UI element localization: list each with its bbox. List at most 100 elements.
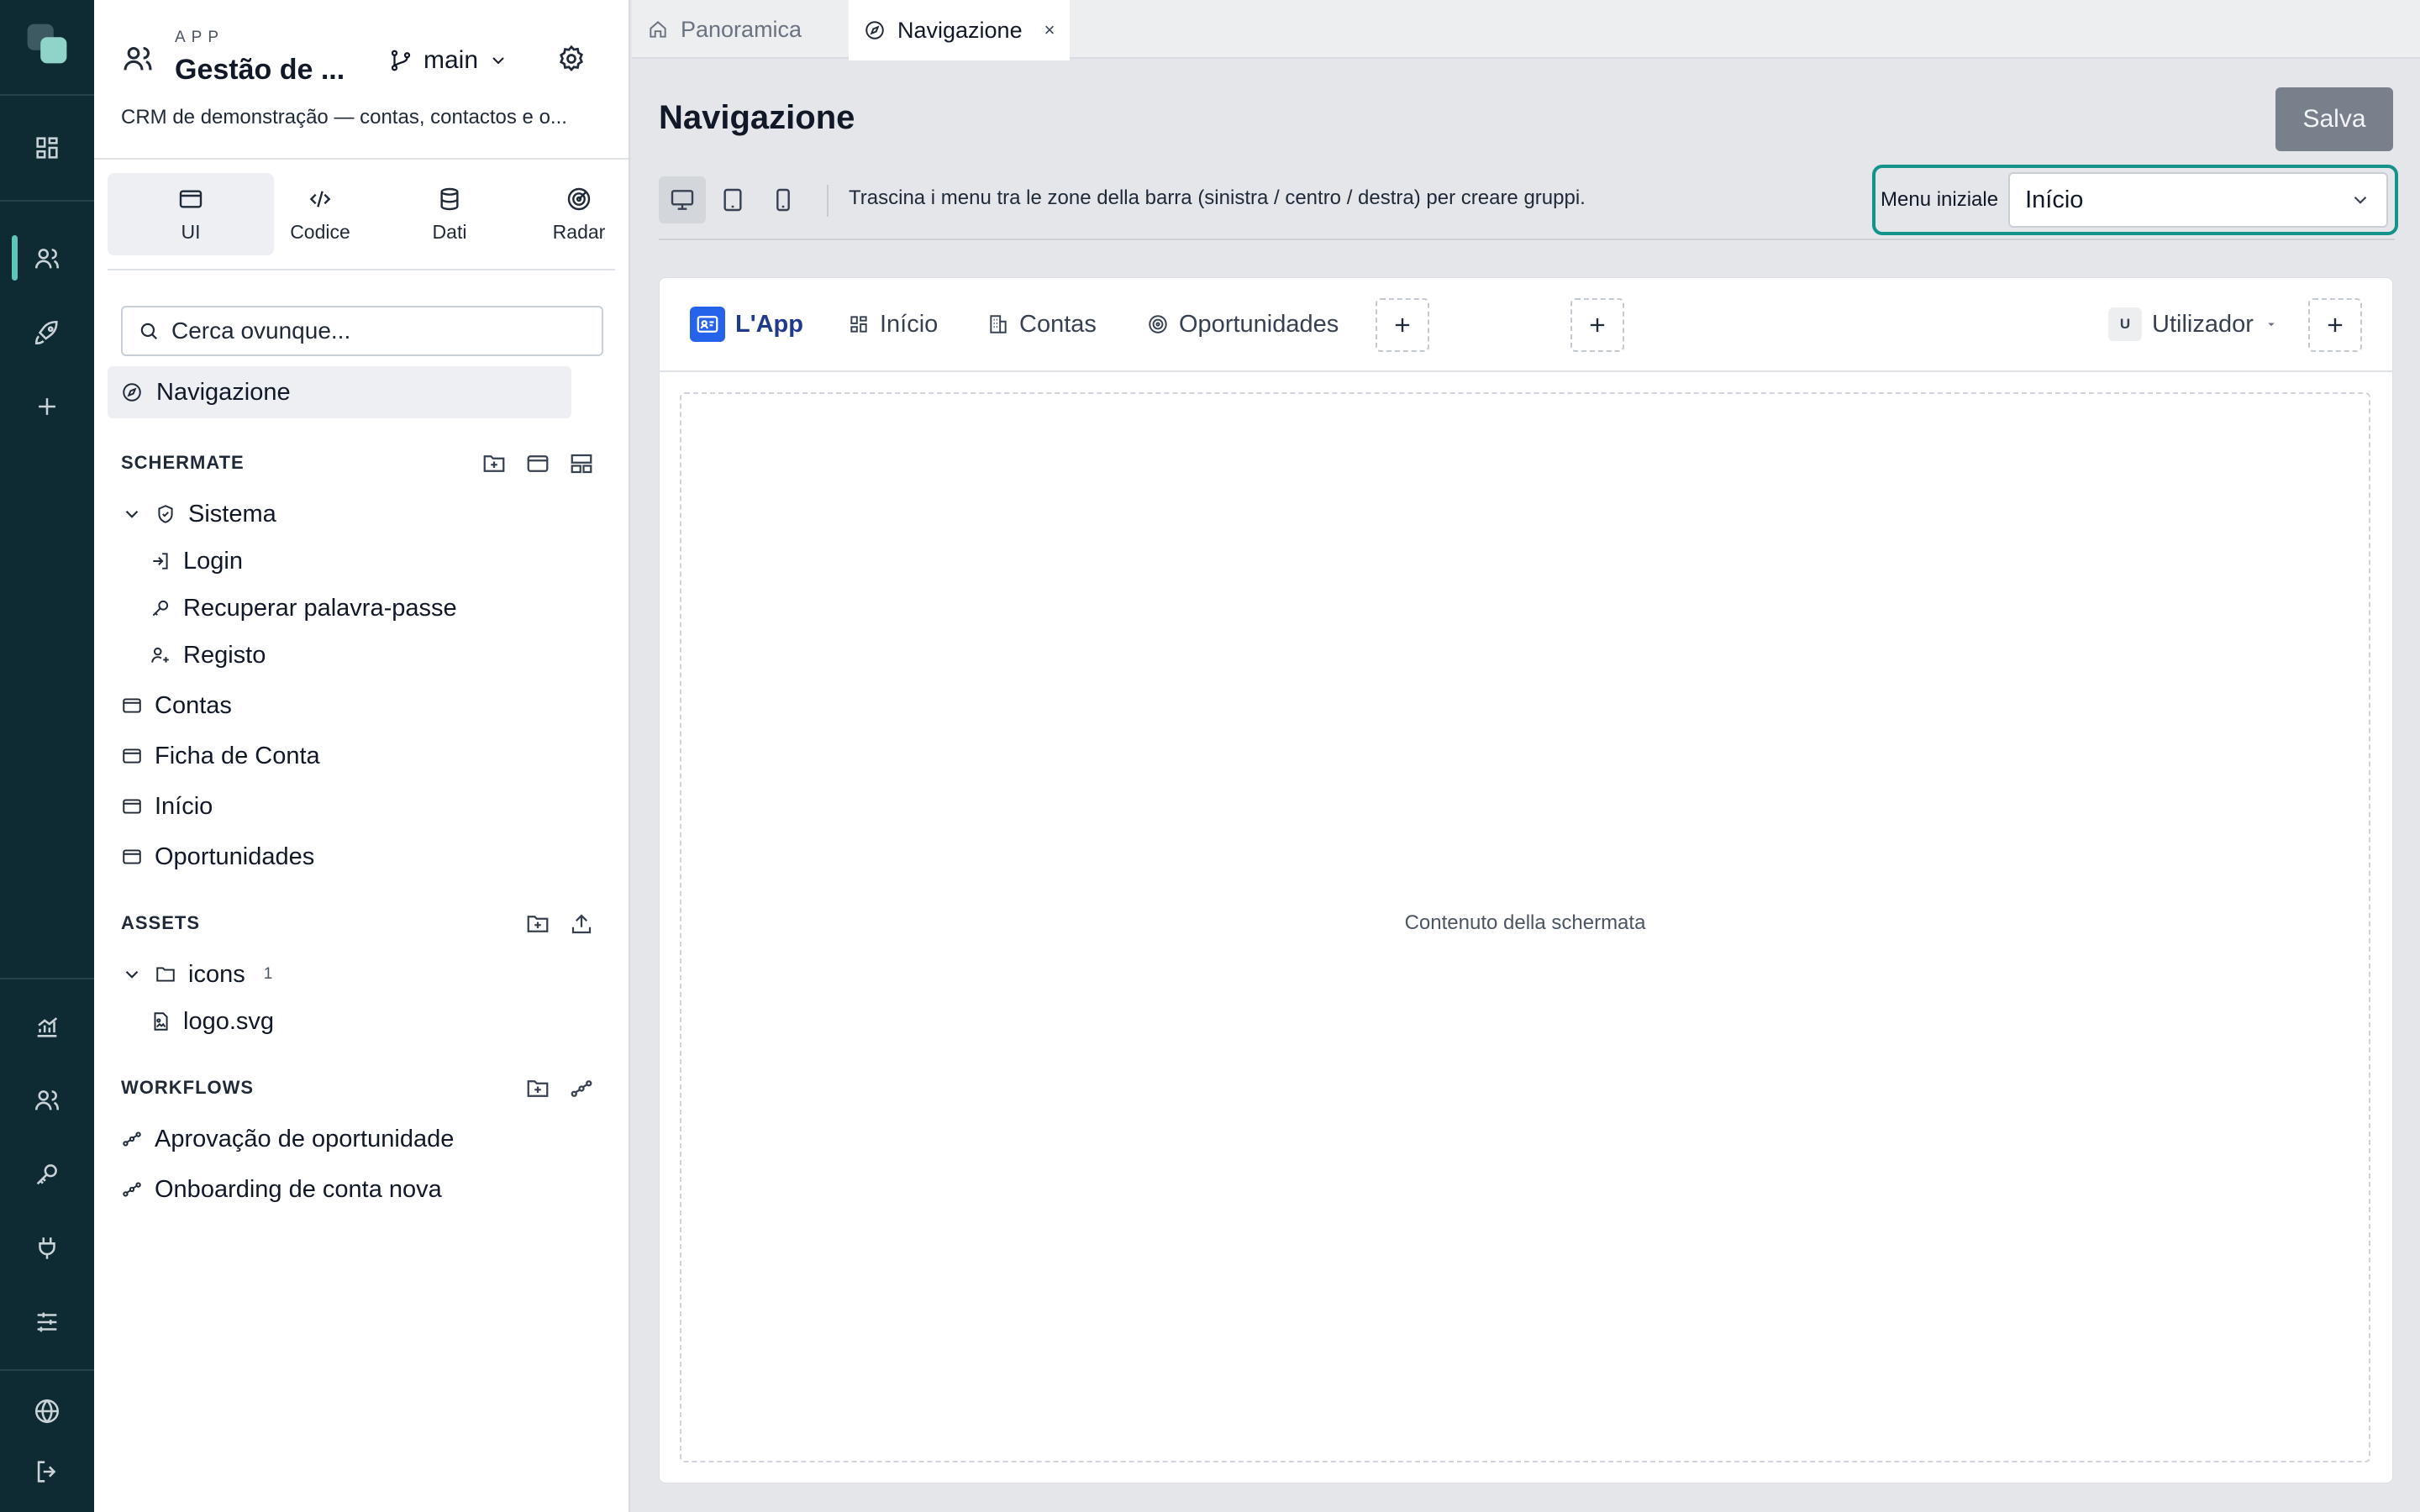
preview-navbar: L'App Início Contas Oportunidades U Util… (660, 278, 2392, 372)
add-left-menu-button[interactable] (1376, 298, 1429, 352)
rail-divider (0, 1369, 94, 1371)
contact-card-icon (690, 307, 725, 342)
preview-menu-oportunidades[interactable]: Oportunidades (1147, 303, 1339, 345)
caret-down-icon (2264, 317, 2279, 332)
tree-item-contas[interactable]: Contas (121, 687, 232, 724)
tree-folder-icons[interactable]: icons 1 (121, 956, 272, 993)
preview-menu-contas[interactable]: Contas (987, 303, 1097, 345)
preview-user-menu[interactable]: U Utilizador (2108, 303, 2279, 345)
layout-template-icon[interactable] (568, 450, 595, 477)
tab-panoramica[interactable]: Panoramica (632, 0, 817, 59)
workflow-item-onboarding[interactable]: Onboarding de conta nova (121, 1171, 442, 1208)
new-screen-icon[interactable] (524, 450, 551, 477)
segment-radar[interactable]: Radar (496, 173, 662, 255)
workflow-item-aprovacao[interactable]: Aprovação de oportunidade (121, 1121, 454, 1158)
gear-icon[interactable] (556, 44, 590, 77)
tree-item-recuperar[interactable]: Recuperar palavra-passe (150, 590, 457, 627)
workflows-actions (524, 1075, 595, 1102)
shield-icon (155, 503, 176, 525)
radar-icon (566, 186, 592, 213)
login-icon (150, 550, 171, 572)
screens-actions (481, 450, 595, 477)
segment-label: UI (181, 220, 201, 243)
branch-selector[interactable]: main (388, 42, 508, 79)
window-icon (177, 186, 204, 213)
tree-item-inicio[interactable]: Início (121, 788, 213, 825)
upload-icon[interactable] (568, 911, 595, 937)
app-description: CRM de demonstração — contas, contactos … (121, 106, 567, 129)
toolbar-hint: Trascina i menu tra le zone della barra … (849, 186, 1586, 209)
mobile-icon[interactable] (760, 176, 807, 223)
key-icon[interactable] (22, 1149, 72, 1200)
tree-item-label: Oportunidades (155, 843, 315, 870)
team-users-icon[interactable] (22, 1075, 72, 1126)
tree-item-logo-svg[interactable]: logo.svg (150, 1003, 274, 1040)
plus-icon (1391, 313, 1414, 337)
device-switcher (659, 176, 807, 223)
tree-item-login[interactable]: Login (150, 543, 243, 580)
key-icon (150, 597, 171, 619)
plus-icon (2323, 313, 2347, 337)
tree-item-label: Sistema (188, 500, 276, 528)
compass-icon (121, 381, 143, 403)
initial-menu-select[interactable]: Início (2008, 172, 2389, 228)
app-rail (0, 0, 94, 1512)
screen-content-label: Contenuto della schermata (1404, 911, 1646, 934)
app-side-panel: APP Gestão de ... main CRM de demonstraç… (94, 0, 630, 1512)
code-icon (307, 186, 334, 213)
rail-active-indicator (12, 235, 18, 281)
home-icon (647, 18, 669, 40)
folder-icon (155, 963, 176, 985)
section-title-workflows: WORKFLOWS (121, 1077, 255, 1098)
chart-icon[interactable] (22, 1001, 72, 1052)
users-icon[interactable] (22, 234, 72, 284)
sliders-icon[interactable] (22, 1297, 72, 1347)
plug-icon[interactable] (22, 1223, 72, 1273)
save-button[interactable]: Salva (2275, 87, 2393, 151)
tablet-icon[interactable] (709, 176, 756, 223)
plus-icon[interactable] (22, 381, 72, 432)
segment-label: Dati (432, 220, 467, 243)
tree-item-ficha-de-conta[interactable]: Ficha de Conta (121, 738, 320, 774)
tab-navigazione[interactable]: Navigazione × (849, 0, 1071, 60)
rocket-icon[interactable] (22, 307, 72, 358)
close-icon[interactable]: × (1044, 19, 1055, 41)
tree-item-label: Login (183, 547, 243, 575)
rail-divider (0, 978, 94, 979)
preview-menu-inicio[interactable]: Início (848, 303, 938, 345)
workflow-icon[interactable] (568, 1075, 595, 1102)
tree-item-label: Recuperar palavra-passe (183, 594, 457, 622)
tab-label: Panoramica (681, 16, 802, 42)
tree-item-label: Registo (183, 641, 266, 669)
search-field[interactable] (121, 306, 603, 356)
desktop-icon[interactable] (659, 176, 706, 223)
new-folder-icon[interactable] (481, 450, 508, 477)
add-center-menu-button[interactable] (1570, 298, 1624, 352)
nav-item-navigazione[interactable]: Navigazione (108, 366, 571, 418)
preview-menu-label: Contas (1019, 310, 1097, 338)
folder-count: 1 (263, 965, 273, 983)
tree-item-label: Início (155, 792, 213, 820)
user-plus-icon (150, 644, 171, 666)
tree-item-label: Ficha de Conta (155, 742, 320, 769)
branch-name: main (424, 46, 479, 74)
toolbar-divider (659, 239, 2395, 240)
new-folder-icon[interactable] (524, 911, 551, 937)
database-icon (436, 186, 463, 213)
window-icon (121, 795, 143, 817)
avatar: U (2108, 307, 2142, 341)
grid-icon[interactable] (22, 123, 72, 173)
tree-item-oportunidades[interactable]: Oportunidades (121, 838, 314, 875)
globe-icon[interactable] (22, 1386, 72, 1436)
logout-icon[interactable] (22, 1446, 72, 1497)
tree-item-registo[interactable]: Registo (150, 637, 266, 674)
workspace-logo-icon[interactable] (22, 18, 72, 69)
preview-canvas: L'App Início Contas Oportunidades U Util… (659, 277, 2393, 1483)
add-right-menu-button[interactable] (2308, 298, 2362, 352)
window-icon (121, 695, 143, 717)
preview-brand[interactable]: L'App (690, 303, 803, 345)
search-input[interactable] (171, 318, 592, 344)
new-folder-icon[interactable] (524, 1075, 551, 1102)
tree-folder-sistema[interactable]: Sistema (121, 496, 276, 533)
rail-divider (0, 200, 94, 202)
